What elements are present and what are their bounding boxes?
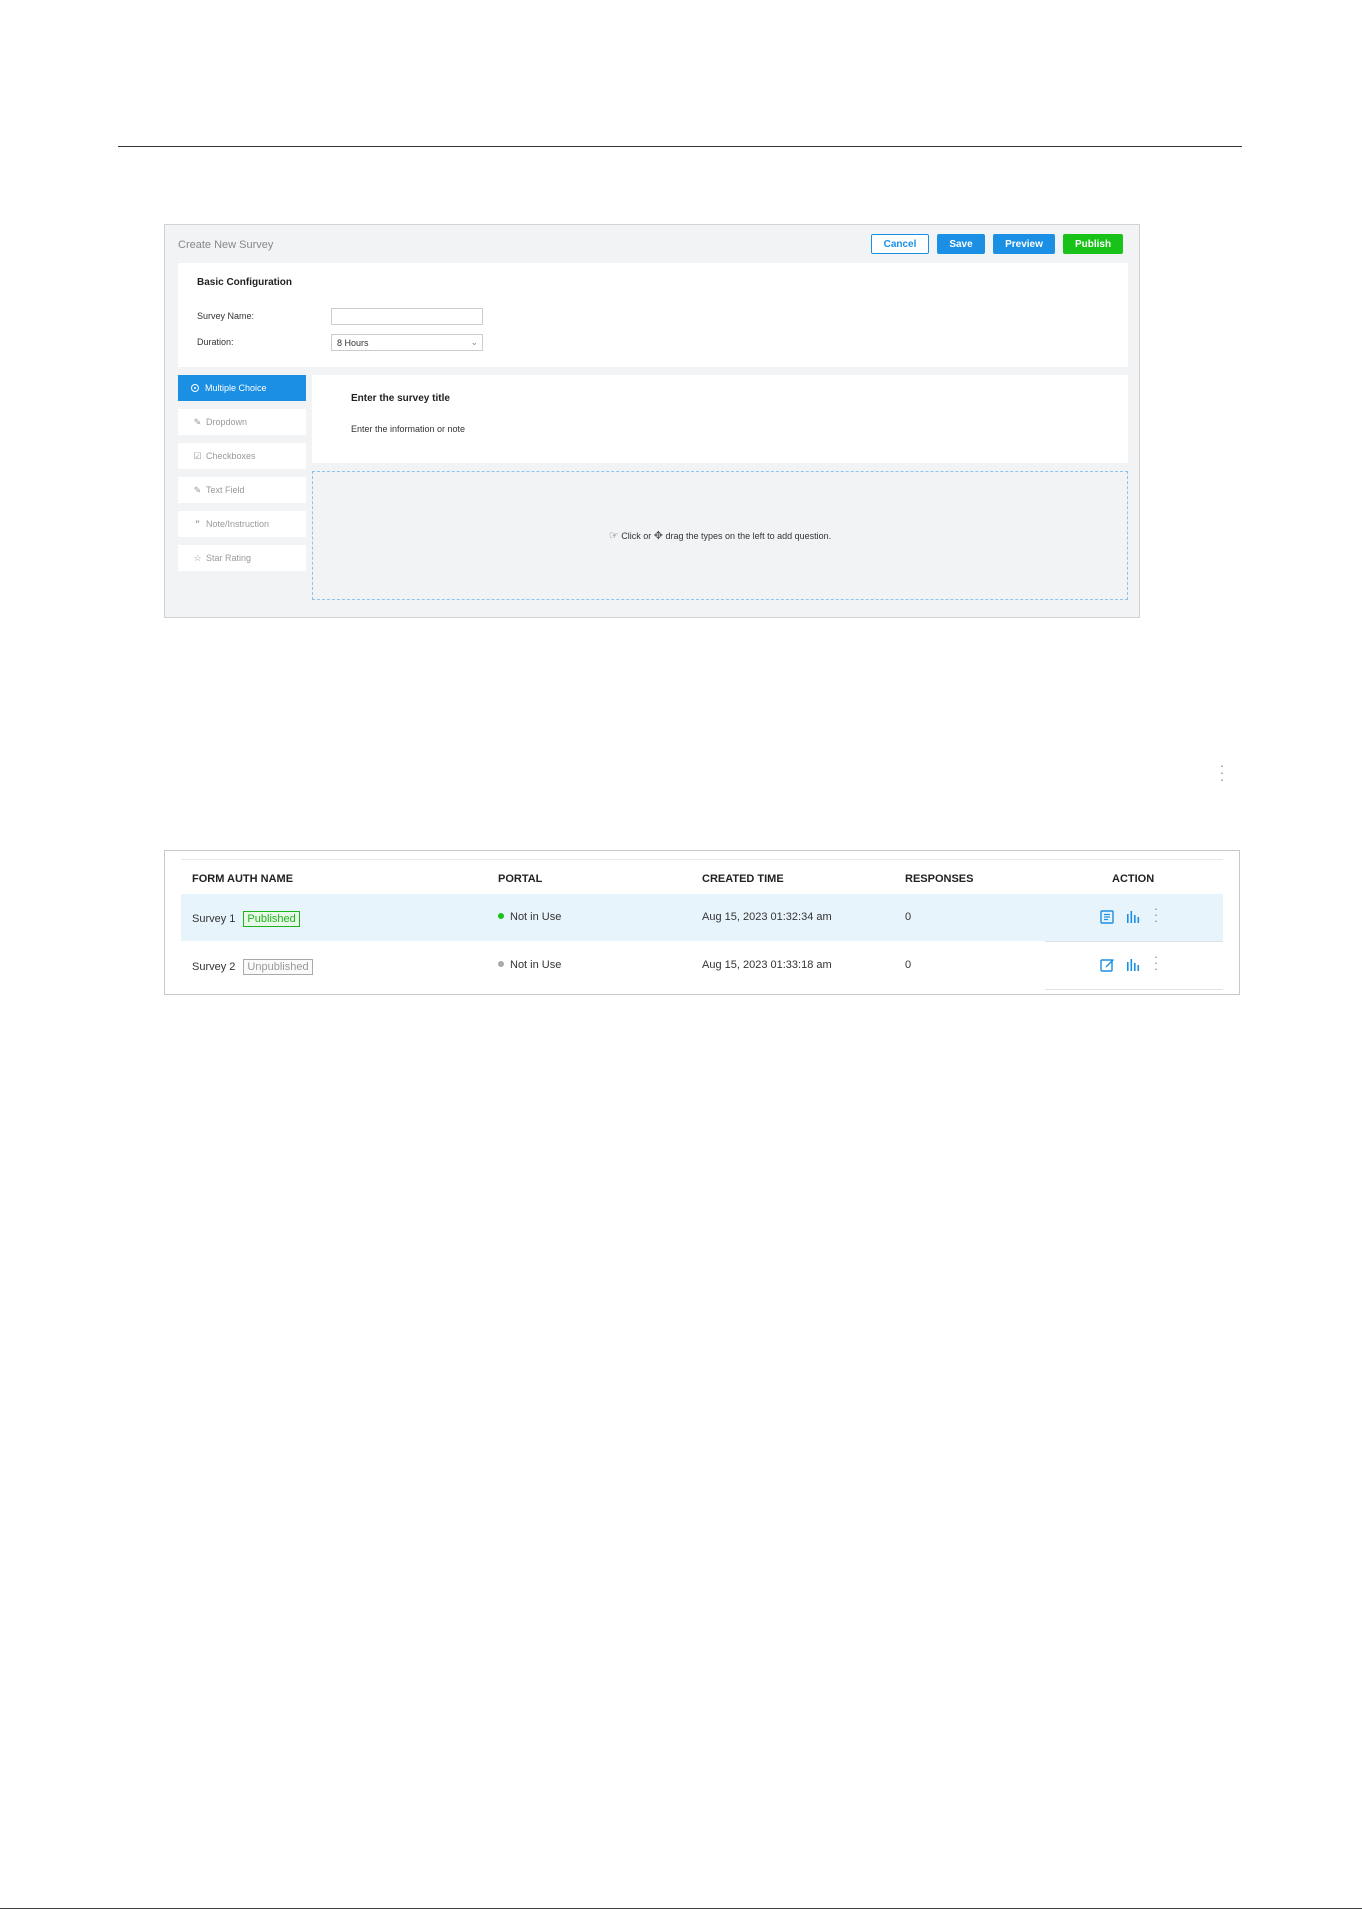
portal-value: Not in Use: [510, 959, 562, 971]
row-more-icon[interactable]: · · ·: [1153, 902, 1159, 927]
bar-chart-icon[interactable]: [1125, 957, 1141, 973]
save-button[interactable]: Save: [937, 234, 985, 254]
question-type-label: Star Rating: [206, 553, 252, 563]
survey-name-input[interactable]: [331, 308, 483, 325]
question-type-star-rating[interactable]: ☆ Star Rating: [178, 545, 306, 571]
duration-label: Duration:: [197, 337, 234, 347]
bar-chart-icon[interactable]: [1125, 909, 1141, 925]
survey-name-cell: Survey 2 Unpublished: [192, 959, 313, 975]
question-type-label: Note/Instruction: [206, 519, 270, 529]
survey-name: Survey 2: [192, 961, 236, 973]
preview-button[interactable]: Preview: [993, 234, 1055, 254]
column-header-name: FORM AUTH NAME: [192, 873, 294, 885]
more-options-icon[interactable]: · · ·: [1218, 758, 1226, 786]
survey-title-placeholder[interactable]: Enter the survey title: [351, 393, 450, 404]
survey-name: Survey 1: [192, 913, 236, 925]
view-icon[interactable]: [1099, 909, 1115, 925]
responses-cell: 0: [905, 959, 912, 971]
table-top-line: [181, 859, 1223, 860]
basic-configuration-heading: Basic Configuration: [197, 277, 293, 288]
column-header-portal: PORTAL: [498, 873, 543, 885]
page-bottom-rule: [0, 1908, 1362, 1909]
question-type-label: Text Field: [206, 485, 245, 495]
dropzone-hint-part1: Click or: [621, 531, 652, 541]
question-type-checkboxes[interactable]: ☑ Checkboxes: [178, 443, 306, 469]
portal-value: Not in Use: [510, 911, 562, 923]
column-header-created: CREATED TIME: [702, 873, 784, 885]
survey-name-label: Survey Name:: [197, 311, 255, 321]
chevron-down-icon: ⌄: [470, 337, 478, 347]
portal-cell: Not in Use: [498, 959, 561, 971]
hand-pointer-icon: ☞: [608, 530, 619, 542]
radio-icon: [191, 384, 199, 392]
publish-button[interactable]: Publish: [1063, 234, 1123, 254]
responses-cell: 0: [905, 911, 912, 923]
move-icon: ✥: [653, 530, 663, 542]
dropzone-hint-part2: drag the types on the left to add questi…: [665, 531, 832, 541]
checkbox-icon: ☑: [193, 450, 202, 461]
edit-icon: ✎: [193, 484, 202, 495]
duration-select-value: 8 Hours: [337, 337, 369, 348]
edit-icon: ✎: [193, 416, 202, 427]
column-header-action: ACTION: [1112, 873, 1155, 885]
editor-title: Create New Survey: [178, 239, 274, 251]
star-icon: ☆: [193, 552, 202, 563]
survey-table: FORM AUTH NAME PORTAL CREATED TIME RESPO…: [164, 850, 1240, 995]
column-header-responses: RESPONSES: [905, 873, 974, 885]
row-divider: [1045, 989, 1223, 990]
question-type-label: Checkboxes: [206, 451, 256, 461]
question-type-dropdown[interactable]: ✎ Dropdown: [178, 409, 306, 435]
survey-editor-panel: Create New Survey Cancel Save Preview Pu…: [164, 224, 1140, 618]
row-more-icon[interactable]: · · ·: [1153, 950, 1159, 975]
edit-icon[interactable]: [1099, 957, 1115, 973]
status-badge: Published: [243, 911, 300, 927]
question-type-multiple-choice[interactable]: Multiple Choice: [178, 375, 306, 401]
table-row[interactable]: Survey 1 Published Not in Use Aug 15, 202…: [181, 894, 1223, 941]
portal-cell: Not in Use: [498, 911, 561, 923]
page-top-rule: [118, 146, 1242, 147]
created-time-cell: Aug 15, 2023 01:33:18 am: [702, 959, 832, 971]
duration-select[interactable]: 8 Hours ⌄: [331, 334, 483, 351]
question-type-text-field[interactable]: ✎ Text Field: [178, 477, 306, 503]
question-type-note-instruction[interactable]: ” Note/Instruction: [178, 511, 306, 537]
quote-icon: ”: [195, 519, 200, 529]
dropzone-hint: ☞ Click or ✥ drag the types on the left …: [313, 529, 1127, 542]
status-dot-green: [498, 913, 504, 920]
survey-name-cell: Survey 1 Published: [192, 911, 300, 927]
question-type-label: Multiple Choice: [205, 383, 267, 393]
survey-header-card[interactable]: Enter the survey title Enter the informa…: [312, 375, 1128, 463]
basic-configuration-section: Basic Configuration Survey Name: Duratio…: [178, 263, 1128, 367]
question-dropzone[interactable]: ☞ Click or ✥ drag the types on the left …: [312, 471, 1128, 600]
status-badge: Unpublished: [243, 959, 313, 975]
created-time-cell: Aug 15, 2023 01:32:34 am: [702, 911, 832, 923]
survey-note-placeholder[interactable]: Enter the information or note: [351, 424, 465, 434]
cancel-button[interactable]: Cancel: [871, 234, 929, 254]
question-type-label: Dropdown: [206, 417, 248, 427]
status-dot-gray: [498, 961, 504, 968]
table-row[interactable]: Survey 2 Unpublished Not in Use Aug 15, 2…: [181, 942, 1223, 989]
